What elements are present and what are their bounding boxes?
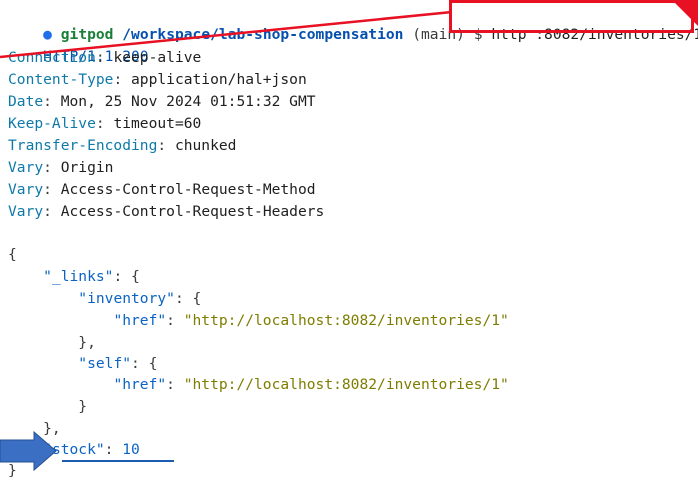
- json-open-brace: {: [8, 246, 17, 263]
- json-line: {: [8, 244, 17, 265]
- json-line: "self": {: [78, 355, 158, 372]
- json-line: "inventory": {: [78, 290, 202, 307]
- command-highlight-box: [449, 0, 694, 33]
- header-row: Transfer-Encoding: chunked: [8, 137, 237, 154]
- header-value: application/hal+json: [131, 71, 307, 88]
- json-line: "href": "http://localhost:8082/inventori…: [113, 312, 509, 329]
- json-value-stock: 10: [122, 441, 140, 458]
- json-value-self-href: "http://localhost:8082/inventories/1": [183, 376, 509, 393]
- header-row: Vary: Access-Control-Request-Headers: [8, 203, 325, 220]
- stock-underline: [62, 460, 174, 462]
- json-line: },: [8, 420, 61, 437]
- header-value: Access-Control-Request-Headers: [60, 203, 325, 220]
- header-key: Content-Type: [8, 71, 114, 88]
- header-row: Date: Mon, 25 Nov 2024 01:51:32 GMT: [8, 93, 316, 110]
- json-value-inventory-href: "http://localhost:8082/inventories/1": [183, 312, 509, 329]
- json-close-brace: }: [8, 462, 17, 479]
- header-row: Vary: Origin: [8, 159, 114, 176]
- header-value: Access-Control-Request-Method: [60, 181, 316, 198]
- json-line: "href": "http://localhost:8082/inventori…: [113, 376, 509, 393]
- json-line: }: [8, 460, 17, 481]
- json-key-links: "_links": [43, 268, 114, 285]
- json-key-stock: "stock": [43, 441, 105, 458]
- header-key: Vary: [8, 181, 44, 198]
- json-line: "stock": 10: [43, 441, 140, 458]
- header-row: Connection: keep-alive: [8, 49, 202, 66]
- header-row: Vary: Access-Control-Request-Method: [8, 181, 316, 198]
- json-line: "_links": {: [43, 268, 140, 285]
- header-key: Vary: [8, 203, 44, 220]
- prompt-path: /workspace/lab-shop-compensation: [122, 26, 404, 43]
- http-status-line: HTTP/1.1 200: [8, 25, 148, 65]
- json-key-href: "href": [113, 312, 167, 329]
- header-key: Vary: [8, 159, 44, 176]
- header-row: Content-Type: application/hal+json: [8, 71, 307, 88]
- header-key: Transfer-Encoding: [8, 137, 158, 154]
- json-line: },: [8, 334, 96, 351]
- header-value: keep-alive: [113, 49, 202, 66]
- json-key-href: "href": [113, 376, 167, 393]
- header-key: Date: [8, 93, 44, 110]
- terminal-output[interactable]: ● gitpod /workspace/lab-shop-compensatio…: [0, 0, 698, 484]
- header-value: Mon, 25 Nov 2024 01:51:32 GMT: [60, 93, 316, 110]
- header-key: Keep-Alive: [8, 115, 96, 132]
- header-row: Keep-Alive: timeout=60: [8, 115, 202, 132]
- json-key-inventory: "inventory": [78, 290, 175, 307]
- json-line: }: [8, 398, 88, 415]
- header-key: Connection: [8, 49, 96, 66]
- header-value: chunked: [174, 137, 237, 154]
- header-value: Origin: [60, 159, 114, 176]
- header-value: timeout=60: [113, 115, 202, 132]
- json-key-self: "self": [78, 355, 132, 372]
